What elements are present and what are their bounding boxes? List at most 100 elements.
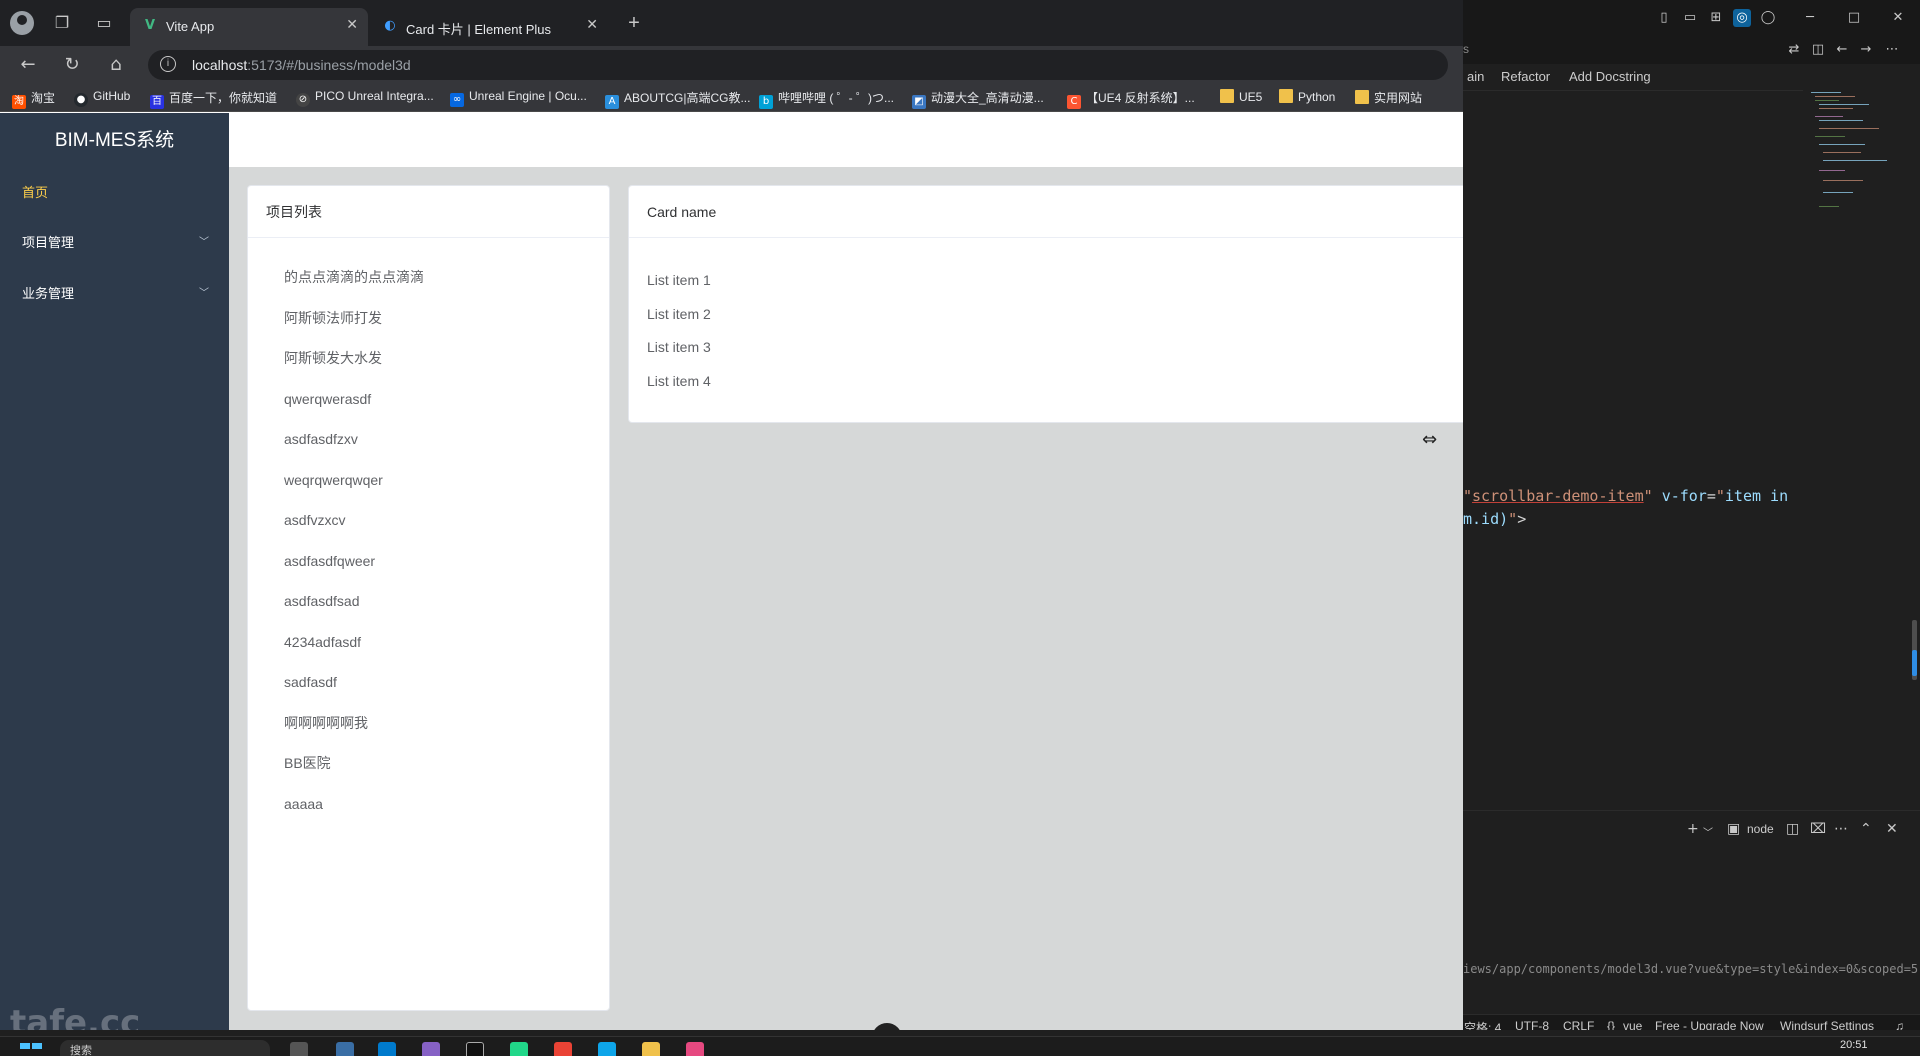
project-item[interactable]: asdfasdfqweer bbox=[284, 546, 424, 587]
status-plan[interactable]: Free - Upgrade Now bbox=[1655, 1019, 1764, 1030]
meta-icon: ∞ bbox=[450, 93, 464, 107]
app-icon[interactable] bbox=[686, 1042, 704, 1056]
windsurf-app-icon[interactable] bbox=[598, 1042, 616, 1056]
close-window-icon[interactable]: ✕ bbox=[1889, 9, 1907, 27]
reload-icon[interactable]: ↻ bbox=[60, 53, 84, 77]
close-tab-icon[interactable]: ✕ bbox=[586, 17, 598, 33]
anime-icon: ◩ bbox=[912, 95, 926, 109]
tab-actions-icon[interactable]: ▭ bbox=[92, 11, 116, 35]
workspaces-icon[interactable]: ❐ bbox=[50, 11, 74, 35]
split-editor-icon[interactable]: ◫ bbox=[1809, 41, 1827, 59]
status-settings[interactable]: Windsurf Settings bbox=[1780, 1019, 1874, 1030]
app-icon[interactable] bbox=[336, 1042, 354, 1056]
new-terminal-icon[interactable]: + bbox=[1687, 821, 1699, 837]
minimap[interactable] bbox=[1807, 90, 1889, 260]
customize-layout-icon[interactable]: ⊞ bbox=[1707, 9, 1725, 27]
close-panel-icon[interactable]: ✕ bbox=[1886, 821, 1898, 837]
address-bar[interactable]: i localhost:5173/#/business/model3d bbox=[148, 50, 1448, 80]
menu-item-project-management[interactable]: 项目管理 ﹀ bbox=[0, 218, 229, 268]
bookmark-bilibili[interactable]: b 哔哩哔哩 ( ゜- ゜)つ... bbox=[759, 89, 894, 109]
taskbar-clock[interactable]: 20:51 bbox=[1840, 1039, 1868, 1051]
file-explorer-icon[interactable] bbox=[642, 1042, 660, 1056]
baidu-icon: 百 bbox=[150, 95, 164, 109]
bookmark-aboutcg[interactable]: A ABOUTCG|高端CG教... bbox=[605, 89, 750, 109]
split-terminal-icon[interactable]: ◫ bbox=[1786, 821, 1799, 837]
card-list: List item 1 List item 2 List item 3 List… bbox=[647, 270, 711, 404]
project-item[interactable]: 阿斯顿法师打发 bbox=[284, 303, 424, 344]
project-item[interactable]: asdfvzxcv bbox=[284, 505, 424, 546]
project-item[interactable]: aaaaa bbox=[284, 789, 424, 830]
codelens-refactor[interactable]: Refactor bbox=[1501, 69, 1550, 84]
vscode-icon[interactable] bbox=[378, 1042, 396, 1056]
trash-icon[interactable]: ⌧ bbox=[1810, 821, 1826, 837]
toggle-sidebar-icon[interactable]: ▯ bbox=[1655, 9, 1673, 27]
codelens-add-docstring[interactable]: Add Docstring bbox=[1569, 69, 1651, 84]
more-actions-icon[interactable]: ⋯ bbox=[1834, 821, 1848, 837]
status-language[interactable]: vue bbox=[1623, 1019, 1642, 1030]
project-item[interactable]: 的点点滴滴的点点滴滴 bbox=[284, 262, 424, 303]
profile-avatar-icon[interactable] bbox=[10, 11, 34, 35]
new-tab-button[interactable]: + bbox=[622, 12, 646, 36]
site-info-icon[interactable]: i bbox=[160, 56, 176, 72]
bookmark-folder-ue5[interactable]: UE5 bbox=[1220, 89, 1262, 107]
project-item[interactable]: 啊啊啊啊啊我 bbox=[284, 708, 424, 749]
chevron-down-icon[interactable]: ﹀ bbox=[1703, 824, 1713, 839]
taskbar-search[interactable]: 搜索 bbox=[60, 1040, 270, 1056]
menu-item-home[interactable]: 首页 bbox=[0, 168, 229, 218]
panel-divider[interactable] bbox=[1463, 810, 1920, 811]
go-back-icon[interactable]: ← bbox=[1833, 41, 1851, 59]
windows-start-icon[interactable] bbox=[20, 1043, 42, 1056]
menu-item-business-management[interactable]: 业务管理 ﹀ bbox=[0, 269, 229, 319]
status-eol[interactable]: CRLF bbox=[1563, 1019, 1594, 1030]
app-logo: BIM-MES系统 bbox=[54, 130, 175, 151]
terminal-shell-name[interactable]: node bbox=[1747, 822, 1774, 836]
project-item[interactable]: qwerqwerasdf bbox=[284, 384, 424, 425]
tab-element-plus[interactable]: ◐ Card 卡片 | Element Plus ✕ bbox=[370, 8, 608, 46]
codelens-explain[interactable]: ain bbox=[1467, 69, 1484, 84]
tab-vite-app[interactable]: V Vite App ✕ bbox=[130, 8, 368, 46]
minimize-icon[interactable]: ─ bbox=[1801, 9, 1819, 27]
bookmark-anime[interactable]: ◩ 动漫大全_高清动漫... bbox=[912, 89, 1044, 109]
windows-taskbar: 搜索 20:51 bbox=[0, 1036, 1920, 1056]
bell-icon[interactable]: ♫ bbox=[1895, 1019, 1904, 1030]
task-view-icon[interactable] bbox=[290, 1042, 308, 1056]
visual-studio-icon[interactable] bbox=[422, 1042, 440, 1056]
status-encoding[interactable]: UTF-8 bbox=[1515, 1019, 1549, 1030]
ide-titlebar: ▯ ▭ ⊞ ◎ ◯ ─ □ ✕ bbox=[1463, 0, 1920, 36]
code-editor[interactable]: "scrollbar-demo-item" v-for="item in m.i… bbox=[1463, 90, 1803, 810]
project-item[interactable]: 阿斯顿发大水发 bbox=[284, 343, 424, 384]
ide-window: ▯ ▭ ⊞ ◎ ◯ ─ □ ✕ s ⇄ ◫ ← → ⋯ ain Refactor… bbox=[1463, 0, 1920, 1030]
pycharm-icon[interactable] bbox=[510, 1042, 528, 1056]
project-item[interactable]: asdfasdfzxv bbox=[284, 424, 424, 465]
home-icon[interactable]: ⌂ bbox=[104, 53, 128, 77]
bookmark-taobao[interactable]: 淘淘宝 bbox=[12, 89, 55, 109]
compare-changes-icon[interactable]: ⇄ bbox=[1785, 41, 1803, 59]
rider-icon[interactable] bbox=[466, 1042, 484, 1056]
bookmark-unreal-ocu[interactable]: ∞ Unreal Engine | Ocu... bbox=[450, 89, 587, 107]
project-item[interactable]: BB医院 bbox=[284, 748, 424, 789]
back-arrow-icon[interactable]: ← bbox=[16, 53, 40, 77]
braces-icon: {} bbox=[1607, 1019, 1616, 1030]
project-item[interactable]: 4234adfasdf bbox=[284, 627, 424, 668]
bookmark-folder-python[interactable]: Python bbox=[1279, 89, 1335, 107]
bookmark-ue4-reflection[interactable]: C 【UE4 反射系统】... bbox=[1067, 89, 1195, 109]
maximize-icon[interactable]: □ bbox=[1845, 9, 1863, 27]
bookmark-pico[interactable]: ⊘ PICO Unreal Integra... bbox=[296, 89, 434, 107]
bookmark-github[interactable]: ● GitHub bbox=[74, 89, 130, 107]
toggle-panel-icon[interactable]: ▭ bbox=[1681, 9, 1699, 27]
terminal-toolbar: + ﹀ ▣ node ◫ ⌧ ⋯ ⌃ ✕ bbox=[1463, 818, 1920, 844]
project-item[interactable]: weqrqwerqwqer bbox=[284, 465, 424, 506]
bookmark-folder-useful-sites[interactable]: 实用网站 bbox=[1355, 89, 1422, 107]
status-indent[interactable]: 空格: 4 bbox=[1464, 1019, 1501, 1030]
bookmark-baidu[interactable]: 百百度一下，你就知道 bbox=[150, 89, 277, 109]
project-item[interactable]: sadfasdf bbox=[284, 667, 424, 708]
close-tab-icon[interactable]: ✕ bbox=[346, 17, 358, 33]
project-item[interactable]: asdfasdfsad bbox=[284, 586, 424, 627]
go-forward-icon[interactable]: → bbox=[1857, 41, 1875, 59]
windsurf-icon[interactable]: ◎ bbox=[1733, 9, 1751, 27]
floating-handle[interactable] bbox=[872, 1023, 902, 1030]
more-actions-icon[interactable]: ⋯ bbox=[1883, 41, 1901, 59]
account-icon[interactable]: ◯ bbox=[1759, 9, 1777, 27]
maximize-panel-icon[interactable]: ⌃ bbox=[1860, 821, 1872, 837]
chrome-icon[interactable] bbox=[554, 1042, 572, 1056]
